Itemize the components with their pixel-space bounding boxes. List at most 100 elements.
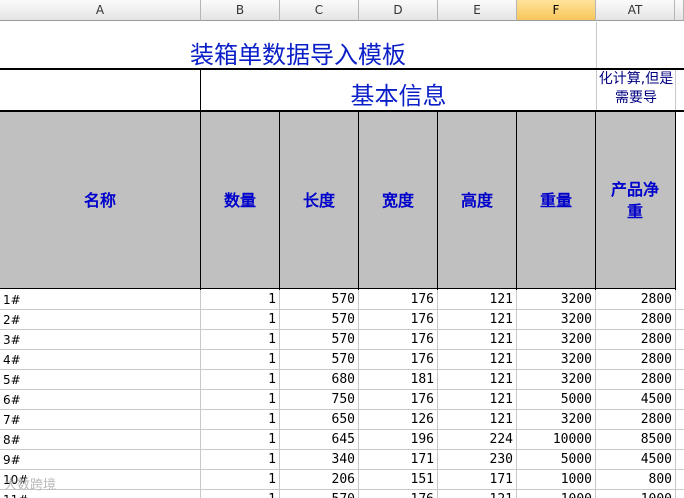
cell-height[interactable]: 121	[438, 370, 516, 390]
cell-net-weight[interactable]: 2800	[596, 370, 675, 390]
cell-weight[interactable]: 3200	[517, 410, 595, 430]
header-quantity[interactable]: 数量	[201, 112, 279, 289]
cell-length[interactable]: 750	[280, 390, 358, 410]
cell-quantity[interactable]: 1	[201, 370, 279, 390]
cell-weight[interactable]: 10000	[517, 430, 595, 450]
cell-name[interactable]: 5#	[3, 370, 200, 390]
cell-length[interactable]: 570	[280, 290, 358, 310]
cell-height[interactable]: 171	[438, 470, 516, 490]
cell-height[interactable]: 230	[438, 450, 516, 470]
header-net-weight[interactable]: 产品净重	[598, 112, 672, 289]
column-header-b[interactable]: B	[201, 0, 280, 21]
column-header-at[interactable]: AT	[596, 0, 675, 21]
column-header-bar: A B C D E F AT	[0, 0, 684, 22]
cell-quantity[interactable]: 1	[201, 450, 279, 470]
cell-name[interactable]: 6#	[3, 390, 200, 410]
cell-quantity[interactable]: 1	[201, 430, 279, 450]
cell-height[interactable]: 224	[438, 430, 516, 450]
cell-width[interactable]: 126	[359, 410, 437, 430]
cell-width[interactable]: 151	[359, 470, 437, 490]
cell-length[interactable]: 570	[280, 350, 358, 370]
cell-length[interactable]: 570	[280, 330, 358, 350]
cell-net-weight[interactable]: 2800	[596, 290, 675, 310]
cell-width[interactable]: 176	[359, 330, 437, 350]
column-header-f[interactable]: F	[517, 0, 596, 21]
cell-name[interactable]: 3#	[3, 330, 200, 350]
cell-height[interactable]: 121	[438, 310, 516, 330]
cell-length[interactable]: 680	[280, 370, 358, 390]
cell-name[interactable]: 4#	[3, 350, 200, 370]
cell-name[interactable]: 7#	[3, 410, 200, 430]
cell-net-weight[interactable]: 1000	[596, 490, 675, 498]
cell-weight[interactable]: 3200	[517, 370, 595, 390]
cell-weight[interactable]: 1000	[517, 490, 595, 498]
cell-net-weight[interactable]: 4500	[596, 450, 675, 470]
cell-height[interactable]: 121	[438, 350, 516, 370]
column-header-d[interactable]: D	[359, 0, 438, 21]
table-row: 6# 1 750 176 121 5000 4500	[0, 390, 684, 410]
cell-net-weight[interactable]: 4500	[596, 390, 675, 410]
cell-name[interactable]: 1#	[3, 290, 200, 310]
cell-width[interactable]: 176	[359, 490, 437, 498]
header-height[interactable]: 高度	[438, 112, 516, 289]
table-row: 9# 1 340 171 230 5000 4500	[0, 450, 684, 470]
header-name[interactable]: 名称	[0, 112, 200, 289]
cell-length[interactable]: 570	[280, 310, 358, 330]
cell-height[interactable]: 121	[438, 390, 516, 410]
cell-width[interactable]: 181	[359, 370, 437, 390]
header-width[interactable]: 宽度	[359, 112, 437, 289]
header-weight[interactable]: 重量	[517, 112, 595, 289]
cell-width[interactable]: 196	[359, 430, 437, 450]
cell-name[interactable]: 2#	[3, 310, 200, 330]
grid-line	[675, 310, 676, 330]
cell-net-weight[interactable]: 2800	[596, 310, 675, 330]
cell-width[interactable]: 176	[359, 310, 437, 330]
grid-line	[675, 430, 676, 450]
cell-width[interactable]: 171	[359, 450, 437, 470]
cell-net-weight[interactable]: 2800	[596, 350, 675, 370]
cell-quantity[interactable]: 1	[201, 350, 279, 370]
cell-quantity[interactable]: 1	[201, 410, 279, 430]
cell-width[interactable]: 176	[359, 290, 437, 310]
cell-height[interactable]: 121	[438, 490, 516, 498]
column-header-a[interactable]: A	[0, 0, 201, 21]
cell-weight[interactable]: 3200	[517, 330, 595, 350]
cell-net-weight[interactable]: 800	[596, 470, 675, 490]
table-row: 3# 1 570 176 121 3200 2800	[0, 330, 684, 350]
cell-quantity[interactable]: 1	[201, 390, 279, 410]
cell-length[interactable]: 340	[280, 450, 358, 470]
cell-quantity[interactable]: 1	[201, 290, 279, 310]
cell-quantity[interactable]: 1	[201, 330, 279, 350]
cell-quantity[interactable]: 1	[201, 310, 279, 330]
cell-quantity[interactable]: 1	[201, 490, 279, 498]
cell-weight[interactable]: 1000	[517, 470, 595, 490]
cell-length[interactable]: 570	[280, 490, 358, 498]
cell-length[interactable]: 645	[280, 430, 358, 450]
sheet-title[interactable]: 装箱单数据导入模板	[0, 22, 596, 69]
cell-net-weight[interactable]: 8500	[596, 430, 675, 450]
cell-height[interactable]: 121	[438, 290, 516, 310]
cell-height[interactable]: 121	[438, 410, 516, 430]
cell-weight[interactable]: 5000	[517, 450, 595, 470]
cell-name[interactable]: 9#	[3, 450, 200, 470]
cell-height[interactable]: 121	[438, 330, 516, 350]
cell-net-weight[interactable]: 2800	[596, 410, 675, 430]
column-header-next[interactable]	[675, 0, 684, 21]
cell-length[interactable]: 650	[280, 410, 358, 430]
cell-width[interactable]: 176	[359, 390, 437, 410]
cell-weight[interactable]: 3200	[517, 310, 595, 330]
cell-weight[interactable]: 3200	[517, 350, 595, 370]
header-length[interactable]: 长度	[280, 112, 358, 289]
cell-net-weight[interactable]: 2800	[596, 330, 675, 350]
cell-name[interactable]: 8#	[3, 430, 200, 450]
grid-line	[675, 70, 676, 112]
column-header-e[interactable]: E	[438, 0, 517, 21]
cell-quantity[interactable]: 1	[201, 470, 279, 490]
section-subtitle[interactable]: 基本信息	[201, 70, 596, 110]
cell-weight[interactable]: 3200	[517, 290, 595, 310]
column-header-c[interactable]: C	[280, 0, 359, 21]
cell-weight[interactable]: 5000	[517, 390, 595, 410]
cell-width[interactable]: 176	[359, 350, 437, 370]
cell-length[interactable]: 206	[280, 470, 358, 490]
note-cell[interactable]: 化计算,但是需要导	[597, 70, 675, 110]
